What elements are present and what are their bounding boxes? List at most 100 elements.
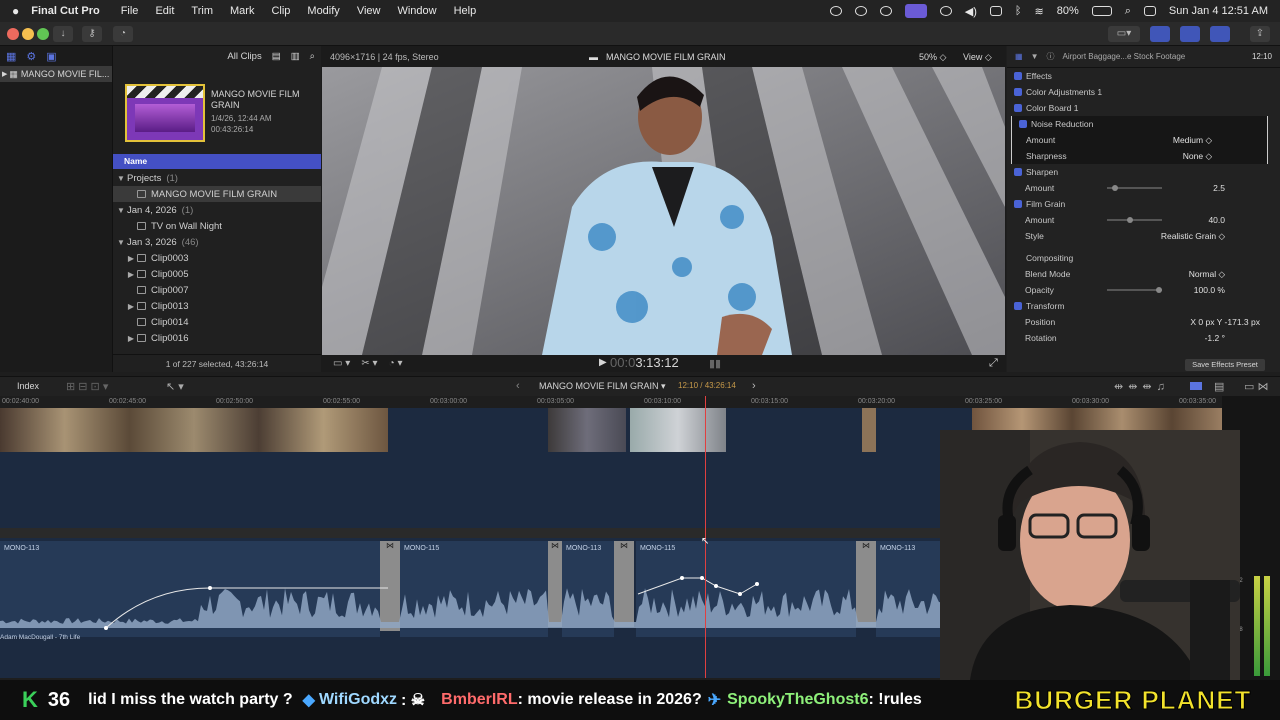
menu-trim[interactable]: Trim [191,5,213,17]
keywords-icon[interactable]: ⚷ [82,26,102,42]
control-center-icon[interactable] [1143,6,1156,16]
inspector-effect[interactable]: Color Adjustments 1 [1007,84,1280,100]
menu-clock[interactable]: Sun Jan 4 12:51 AM [1169,5,1268,17]
parameter-value[interactable]: None ◇ [1183,151,1212,162]
project-thumbnail[interactable] [125,84,205,142]
spotlight-icon[interactable]: ⌕ [1125,5,1131,18]
menu-window[interactable]: Window [397,5,436,17]
menu-clip[interactable]: Clip [271,5,290,17]
library-item[interactable]: ▶ ▦ MANGO MOVIE FIL... [0,66,112,82]
browser-item[interactable]: MANGO MOVIE FILM GRAIN [113,186,321,202]
menu-view[interactable]: View [357,5,381,17]
status-icon[interactable] [879,6,892,16]
import-icon[interactable]: ↓ [53,26,73,42]
layout-icon[interactable]: ▭▾ [1108,26,1140,42]
inspector-parameter[interactable]: Amount 2.5 [1007,180,1280,196]
inspector-parameter[interactable]: Rotation -1.2 ° [1007,330,1280,346]
battery-icon[interactable] [1091,6,1112,16]
edit-tools-icon[interactable]: ⊞ ⊟ ⊡ ▾ [66,380,108,393]
timecode-display[interactable]: 00:03:13:12 [610,355,679,370]
parameter-value[interactable]: Medium ◇ [1173,135,1212,146]
timeline-index-icon[interactable]: ▭ ⋈ [1244,380,1268,393]
inspector-effect[interactable]: Noise Reduction [1011,116,1268,132]
photos-icon[interactable]: ⚙ [26,50,36,63]
slider-knob[interactable] [1126,217,1133,223]
parameter-value[interactable]: 100.0 % [1194,285,1225,295]
disclosure-icon[interactable]: ▼ [115,206,127,215]
disclosure-icon[interactable]: ▶ [125,334,137,343]
browser-item[interactable]: ▶ Clip0003 [113,250,321,266]
info-inspector-icon[interactable]: ⓘ [1046,51,1054,62]
zoom-dropdown[interactable]: 50% ◇ [919,52,946,63]
screen-record-icon[interactable] [904,4,927,18]
menu-help[interactable]: Help [454,5,477,17]
browser-item[interactable]: Clip0007 [113,282,321,298]
play-icon[interactable] [939,6,952,16]
checkbox[interactable] [1014,168,1022,176]
checkbox[interactable] [1014,302,1022,310]
inspector-parameter[interactable]: Sharpness None ◇ [1011,148,1268,164]
disclosure-icon[interactable]: ▶ [125,254,137,263]
clip-filter[interactable]: All Clips [227,51,261,62]
back-icon[interactable]: ‹ [516,380,520,392]
parameter-value[interactable]: 2.5 [1213,183,1225,193]
checkbox[interactable] [1014,104,1022,112]
inspector-parameter[interactable]: Amount Medium ◇ [1011,132,1268,148]
inspector-effect[interactable]: Film Grain [1007,196,1280,212]
titles-icon[interactable]: ▣ [46,50,56,63]
parameter-value[interactable]: -1.2 ° [1205,333,1225,343]
index-button[interactable]: Index [17,381,39,391]
browser-toggle-icon[interactable] [1150,26,1170,42]
fullscreen-icon[interactable]: ⤢ [989,357,998,370]
disclosure-icon[interactable]: ▶ [2,70,7,78]
apple-icon[interactable]: ● [12,4,19,18]
parameter-value[interactable]: 40.0 [1208,215,1225,225]
parameter-slider[interactable] [1107,217,1162,223]
browser-item[interactable]: ▶ Clip0005 [113,266,321,282]
select-tool-icon[interactable]: ↖ ▾ [166,380,184,393]
parameter-value[interactable]: Realistic Grain ◇ [1161,231,1225,242]
snapping-icon[interactable] [1190,382,1202,390]
inspector-parameter[interactable]: Amount 40.0 [1007,212,1280,228]
browser-item[interactable]: TV on Wall Night [113,218,321,234]
disclosure-icon[interactable]: ▶ [125,270,137,279]
status-icon[interactable] [854,6,867,16]
menu-modify[interactable]: Modify [307,5,339,17]
parameter-value[interactable]: X 0 px Y -171.3 px [1190,317,1260,327]
inspector-parameter[interactable]: Position X 0 px Y -171.3 px [1007,314,1280,330]
browser-item[interactable]: Clip0014 [113,314,321,330]
menu-edit[interactable]: Edit [155,5,174,17]
share-icon[interactable]: ⇪ [1250,26,1270,42]
display-icon[interactable] [989,6,1002,16]
checkbox[interactable] [1014,200,1022,208]
filmstrip-icon[interactable]: ▤ [272,51,281,62]
checkbox[interactable] [1019,120,1027,128]
browser-item[interactable]: ▼ Jan 4, 2026 (1) [113,202,321,218]
inspector-effect[interactable]: Transform [1007,298,1280,314]
checkbox[interactable] [1014,88,1022,96]
inspector-parameter[interactable]: Blend Mode Normal ◇ [1007,266,1280,282]
search-icon[interactable]: ⌕ [310,51,315,62]
save-effects-preset-button[interactable]: Save Effects Preset [1185,359,1265,371]
checkbox[interactable] [1014,72,1022,80]
disclosure-icon[interactable]: ▶ [125,302,137,311]
slider-knob[interactable] [1111,185,1118,191]
video-clip[interactable] [0,408,388,452]
checkbox[interactable] [1014,254,1022,262]
disclosure-icon[interactable]: ▼ [115,174,127,183]
browser-item[interactable]: ▶ Clip0016 [113,330,321,346]
inspector-toggle-icon[interactable] [1210,26,1230,42]
project-dropdown[interactable]: MANGO MOVIE FILM GRAIN ▾ [539,381,666,392]
clip-appearance-icon[interactable]: ▤ [1214,380,1224,393]
view-dropdown[interactable]: View ◇ [963,52,992,63]
list-view-icon[interactable]: ▥ [291,51,300,62]
inspector-effect[interactable]: Color Board 1 [1007,100,1280,116]
minimize-button[interactable] [22,28,34,40]
parameter-slider[interactable] [1107,185,1162,191]
inspector-effect[interactable]: Effects [1007,68,1280,84]
menu-mark[interactable]: Mark [230,5,254,17]
app-menu[interactable]: Final Cut Pro [31,5,99,17]
browser-item[interactable]: ▶ Clip0013 [113,298,321,314]
parameter-slider[interactable] [1107,287,1162,293]
video-clip[interactable] [862,408,876,452]
